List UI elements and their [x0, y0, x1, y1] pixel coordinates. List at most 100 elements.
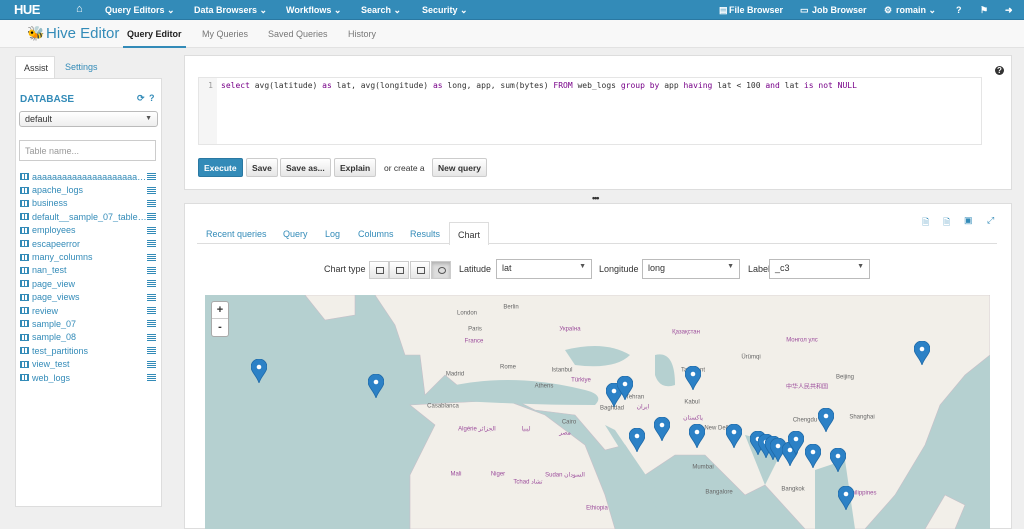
map-marker[interactable]	[367, 373, 385, 400]
table-list-item[interactable]: review	[20, 304, 156, 317]
table-list-item[interactable]: aaaaaaaaaaaaaaaaaaaaaaaaaaa	[20, 170, 156, 183]
table-list-item[interactable]: page_view	[20, 277, 156, 290]
execute-button[interactable]: Execute	[198, 158, 243, 177]
table-list-item[interactable]: business	[20, 197, 156, 210]
explain-button[interactable]: Explain	[334, 158, 377, 177]
tab-query-editor[interactable]: Query Editor	[127, 29, 182, 39]
table-list-item[interactable]: view_test	[20, 357, 156, 370]
table-name[interactable]: page_view	[32, 279, 147, 289]
nav-file-browser[interactable]: File Browser	[729, 5, 783, 15]
map-marker[interactable]	[804, 443, 822, 470]
nav-data-browsers[interactable]: Data Browsers ⌄	[194, 5, 267, 16]
save-as-button[interactable]: Save as...	[280, 158, 331, 177]
query-text[interactable]: select avg(latitude) as lat, avg(longitu…	[221, 81, 857, 90]
table-name[interactable]: page_views	[32, 292, 147, 302]
table-list-item[interactable]: escapeerror	[20, 237, 156, 250]
query-editor[interactable]: 1 select avg(latitude) as lat, avg(longi…	[198, 77, 982, 145]
zoom-in-button[interactable]: +	[212, 302, 228, 319]
help-icon[interactable]: ?	[995, 66, 1004, 75]
list-columns-icon[interactable]	[147, 213, 156, 221]
table-name[interactable]: apache_logs	[32, 185, 147, 195]
map-chart-button[interactable]	[431, 261, 451, 279]
list-columns-icon[interactable]	[147, 253, 156, 261]
resize-handle[interactable]: •••	[592, 193, 600, 203]
app-title[interactable]: Hive Editor	[46, 25, 119, 42]
map-marker[interactable]	[688, 423, 706, 450]
table-name[interactable]: view_test	[32, 359, 147, 369]
table-list-item[interactable]: sample_07	[20, 317, 156, 330]
table-list-item[interactable]: sample_08	[20, 331, 156, 344]
line-chart-button[interactable]	[389, 261, 409, 279]
map-marker[interactable]	[250, 358, 268, 385]
tab-saved-queries[interactable]: Saved Queries	[268, 29, 328, 39]
list-columns-icon[interactable]	[147, 307, 156, 315]
map-marker[interactable]	[913, 340, 931, 367]
table-name[interactable]: nan_test	[32, 265, 147, 275]
table-name-input[interactable]: Table name...	[19, 140, 156, 161]
database-select[interactable]: default ▼	[19, 111, 158, 127]
list-columns-icon[interactable]	[147, 347, 156, 355]
nav-workflows[interactable]: Workflows ⌄	[286, 5, 341, 16]
tab-settings[interactable]: Settings	[65, 56, 98, 79]
zoom-out-button[interactable]: -	[212, 319, 228, 336]
latitude-select[interactable]: lat ▼	[496, 259, 592, 279]
logout-icon[interactable]: ➜	[1005, 5, 1013, 16]
list-columns-icon[interactable]	[147, 333, 156, 341]
new-query-button[interactable]: New query	[432, 158, 487, 177]
list-columns-icon[interactable]	[147, 240, 156, 248]
nav-query-editors[interactable]: Query Editors ⌄	[105, 5, 175, 16]
home-icon[interactable]: ⌂	[76, 3, 83, 15]
list-columns-icon[interactable]	[147, 374, 156, 382]
tab-query[interactable]: Query	[283, 229, 308, 239]
tab-recent-queries[interactable]: Recent queries	[206, 229, 267, 239]
flag-icon[interactable]: ⚑	[980, 5, 988, 16]
map-view[interactable]: France Україна Қазақстан Монгол улс Türkiye T…	[205, 295, 990, 529]
table-name[interactable]: default__sample_07_table__	[32, 212, 147, 222]
list-columns-icon[interactable]	[147, 199, 156, 207]
map-marker[interactable]	[725, 423, 743, 450]
table-name[interactable]: sample_08	[32, 332, 147, 342]
nav-user-menu[interactable]: romain ⌄	[896, 5, 936, 16]
table-name[interactable]: web_logs	[32, 373, 147, 383]
map-marker[interactable]	[837, 485, 855, 512]
tab-my-queries[interactable]: My Queries	[202, 29, 248, 39]
tab-chart[interactable]: Chart	[449, 222, 490, 245]
list-columns-icon[interactable]	[147, 320, 156, 328]
table-list-item[interactable]: page_views	[20, 291, 156, 304]
list-columns-icon[interactable]	[147, 360, 156, 368]
pie-chart-button[interactable]	[410, 261, 430, 279]
hue-logo[interactable]: HUE	[14, 2, 40, 17]
nav-search[interactable]: Search ⌄	[361, 5, 401, 16]
table-name[interactable]: many_columns	[32, 252, 147, 262]
table-name[interactable]: business	[32, 198, 147, 208]
map-marker[interactable]	[684, 365, 702, 392]
table-name[interactable]: test_partitions	[32, 346, 147, 356]
map-marker[interactable]	[829, 447, 847, 474]
table-name[interactable]: employees	[32, 225, 147, 235]
list-columns-icon[interactable]	[147, 226, 156, 234]
list-columns-icon[interactable]	[147, 266, 156, 274]
label-select[interactable]: _c3 ▼	[769, 259, 870, 279]
tab-columns[interactable]: Columns	[358, 229, 394, 239]
table-name[interactable]: sample_07	[32, 319, 147, 329]
tab-results[interactable]: Results	[410, 229, 440, 239]
table-list-item[interactable]: web_logs	[20, 371, 156, 384]
table-list-item[interactable]: nan_test	[20, 264, 156, 277]
map-marker[interactable]	[653, 416, 671, 443]
table-list-item[interactable]: test_partitions	[20, 344, 156, 357]
table-list-item[interactable]: default__sample_07_table__	[20, 210, 156, 223]
list-columns-icon[interactable]	[147, 293, 156, 301]
longitude-select[interactable]: long ▼	[642, 259, 740, 279]
bar-chart-button[interactable]	[369, 261, 389, 279]
table-name[interactable]: escapeerror	[32, 239, 147, 249]
save-button[interactable]: Save	[246, 158, 278, 177]
tab-log[interactable]: Log	[325, 229, 340, 239]
table-name[interactable]: review	[32, 306, 147, 316]
table-list-item[interactable]: many_columns	[20, 250, 156, 263]
tab-history[interactable]: History	[348, 29, 376, 39]
help-icon[interactable]: ?	[149, 93, 155, 103]
list-columns-icon[interactable]	[147, 186, 156, 194]
list-columns-icon[interactable]	[147, 280, 156, 288]
refresh-icon[interactable]: ⟳	[137, 93, 145, 104]
table-name[interactable]: aaaaaaaaaaaaaaaaaaaaaaaaaaa	[32, 172, 147, 182]
